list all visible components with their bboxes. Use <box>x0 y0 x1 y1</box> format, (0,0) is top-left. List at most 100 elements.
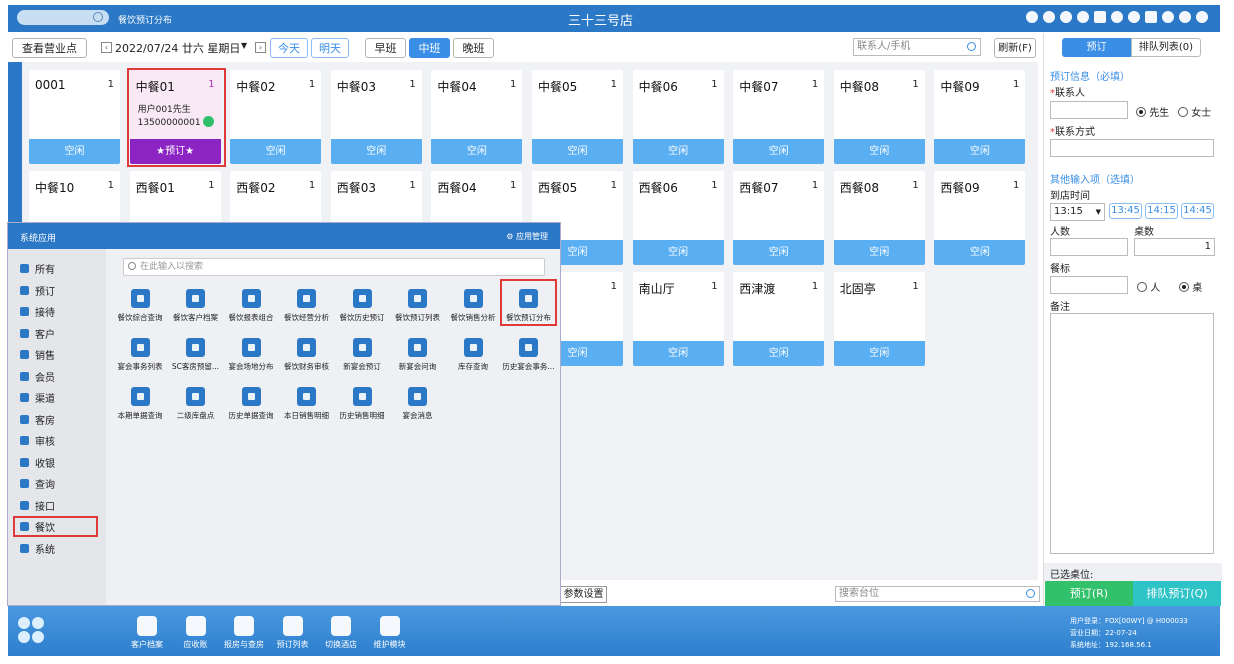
help-icon[interactable] <box>1162 11 1174 23</box>
app-tile[interactable]: 餐饮客户档案 <box>168 289 224 323</box>
app-tile[interactable]: 历史销售明细 <box>334 387 390 421</box>
refresh-button[interactable]: 刷新(F) <box>994 38 1036 58</box>
popup-sidebar-item[interactable]: 接口 <box>20 498 55 513</box>
app-tile[interactable]: 新宴会问询 <box>390 338 446 372</box>
dock-item[interactable]: 切换酒店 <box>316 616 366 650</box>
power-icon[interactable] <box>1196 11 1208 23</box>
table-card[interactable]: 中餐08 1 空闲 <box>833 70 925 164</box>
queue-reserve-button[interactable]: 排队预订(Q) <box>1133 581 1221 606</box>
app-tile[interactable]: 本期单据查询 <box>112 387 168 421</box>
table-card[interactable]: 西餐08 1 空闲 <box>833 171 925 265</box>
mail-icon[interactable] <box>1145 11 1157 23</box>
palette-icon[interactable] <box>1077 11 1089 23</box>
reserve-button[interactable]: 预订(R) <box>1045 581 1133 606</box>
table-card[interactable]: 西餐06 1 空闲 <box>632 171 724 265</box>
contact-search-input[interactable]: 联系人/手机 <box>853 38 981 56</box>
app-tile[interactable]: 餐饮销售分析 <box>445 289 501 323</box>
table-card[interactable]: 中餐06 1 空闲 <box>632 70 724 164</box>
table-card[interactable]: 0001 1 空闲 <box>29 70 120 164</box>
table-card[interactable]: 西餐07 1 空闲 <box>733 171 825 265</box>
radio-mr[interactable] <box>1136 107 1146 117</box>
gender-ms[interactable]: 女士 <box>1178 104 1211 119</box>
arrival-time-select[interactable]: 13:15 ▼ <box>1050 203 1105 221</box>
dock-item[interactable]: 报房与查房 <box>219 616 269 650</box>
app-tile[interactable]: 餐饮报表组合 <box>223 289 279 323</box>
tables-input[interactable]: 1 <box>1134 238 1215 256</box>
app-tile[interactable]: 宴会事务列表 <box>112 338 168 372</box>
table-card[interactable]: 中餐03 1 空闲 <box>330 70 422 164</box>
app-tile[interactable]: 餐饮综合查询 <box>112 289 168 323</box>
time-chip-2[interactable]: 14:15 <box>1145 203 1178 219</box>
popup-sidebar-item[interactable]: 会员 <box>20 369 55 384</box>
popup-sidebar-item[interactable]: 客户 <box>20 326 55 341</box>
tab-reserve[interactable]: 预订 <box>1062 38 1131 57</box>
people-input[interactable] <box>1050 238 1128 256</box>
popup-sidebar-item[interactable]: 审核 <box>20 433 55 448</box>
tomorrow-button[interactable]: 明天 <box>311 38 349 58</box>
popup-sidebar-item[interactable]: 预订 <box>20 283 55 298</box>
table-card[interactable]: 北固亭 1 空闲 <box>833 272 925 366</box>
table-card[interactable]: 中餐07 1 空闲 <box>733 70 825 164</box>
dock-item[interactable]: 客户档案 <box>122 616 172 650</box>
popup-sidebar-item[interactable]: 查询 <box>20 476 55 491</box>
popup-sidebar-item[interactable]: 所有 <box>20 261 55 276</box>
app-tile[interactable]: 库存查询 <box>445 338 501 372</box>
table-card[interactable]: 中餐02 1 空闲 <box>230 70 322 164</box>
app-tile[interactable]: 餐饮财务审核 <box>279 338 335 372</box>
radio-per-table[interactable] <box>1179 282 1189 292</box>
radio-per-person[interactable] <box>1137 282 1147 292</box>
home-icon[interactable] <box>1179 11 1191 23</box>
param-settings-button[interactable]: 参数设置 <box>560 586 607 603</box>
app-tile[interactable]: 餐饮经营分析 <box>279 289 335 323</box>
shift-noon-button[interactable]: 中班 <box>409 38 450 58</box>
theme-icon[interactable] <box>1128 11 1140 23</box>
app-tile[interactable]: 历史单据查询 <box>223 387 279 421</box>
popup-sidebar-item[interactable]: 接待 <box>20 304 55 319</box>
remark-textarea[interactable] <box>1050 313 1214 554</box>
table-card[interactable]: 中餐05 1 空闲 <box>532 70 623 164</box>
chevron-down-icon[interactable]: ▼ <box>241 41 247 50</box>
next-date-button[interactable]: › <box>255 42 266 53</box>
view-points-button[interactable]: 查看营业点 <box>12 38 87 58</box>
app-tile[interactable]: 二级库盘点 <box>168 387 224 421</box>
per-table-option[interactable]: 桌 <box>1179 279 1202 294</box>
app-tile[interactable]: SC客房预留... <box>168 338 224 372</box>
contact-method-input[interactable] <box>1050 139 1214 157</box>
app-tile[interactable]: 宴会消息 <box>390 387 446 421</box>
app-tile[interactable]: 历史宴会事务... <box>501 338 557 372</box>
wifi-icon[interactable] <box>1026 11 1038 23</box>
dock-item[interactable]: 应收账 <box>171 616 221 650</box>
phone-icon[interactable] <box>1060 11 1072 23</box>
gender-mr[interactable]: 先生 <box>1136 104 1169 119</box>
popup-sidebar-item[interactable]: 收银 <box>20 455 55 470</box>
popup-search-input[interactable]: 在此输入以搜索 <box>123 258 545 276</box>
popup-sidebar-item[interactable]: 渠道 <box>20 390 55 405</box>
shift-morning-button[interactable]: 早班 <box>365 38 406 58</box>
table-card[interactable]: 南山厅 1 空闲 <box>632 272 724 366</box>
app-manage-button[interactable]: ⚙ 应用管理 <box>506 231 548 242</box>
app-tile[interactable]: 新宴会预订 <box>334 338 390 372</box>
radio-ms[interactable] <box>1178 107 1188 117</box>
table-search-input[interactable]: 搜索台位 <box>835 586 1040 602</box>
app-tile[interactable]: 餐饮历史预订 <box>334 289 390 323</box>
menu-icon[interactable] <box>1094 11 1106 23</box>
app-logo[interactable] <box>18 617 44 643</box>
today-button[interactable]: 今天 <box>270 38 308 58</box>
popup-sidebar-item[interactable]: 系统 <box>20 541 55 556</box>
per-person-option[interactable]: 人 <box>1137 279 1160 294</box>
popup-sidebar-item[interactable]: 客房 <box>20 412 55 427</box>
top-search-input[interactable] <box>17 10 109 25</box>
time-chip-3[interactable]: 14:45 <box>1181 203 1214 219</box>
tab-queue[interactable]: 排队列表(0) <box>1131 38 1201 57</box>
app-tile[interactable]: 餐饮预订列表 <box>390 289 446 323</box>
app-tile[interactable]: 本日销售明细 <box>279 387 335 421</box>
standard-input[interactable] <box>1050 276 1128 294</box>
dock-item[interactable]: 维护模块 <box>365 616 415 650</box>
star-icon[interactable] <box>1111 11 1123 23</box>
shift-evening-button[interactable]: 晚班 <box>453 38 494 58</box>
prev-date-button[interactable]: ‹ <box>101 42 112 53</box>
contact-input[interactable] <box>1050 101 1128 119</box>
app-tile[interactable]: 宴会场地分布 <box>223 338 279 372</box>
dock-item[interactable]: 预订列表 <box>268 616 318 650</box>
table-card[interactable]: 中餐09 1 空闲 <box>934 70 1026 164</box>
